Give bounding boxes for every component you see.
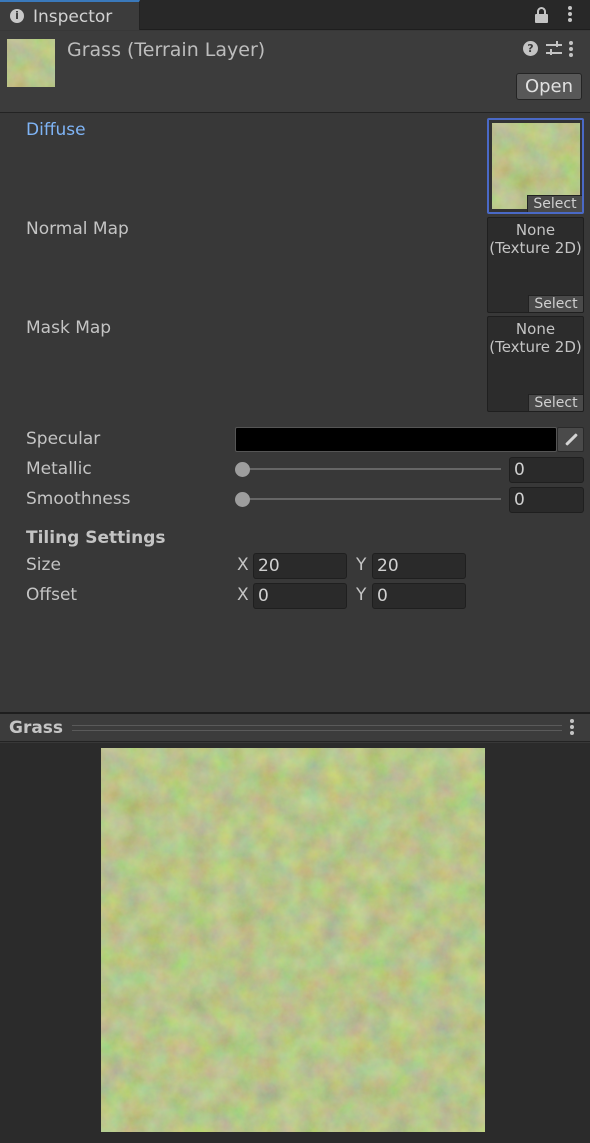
help-icon[interactable]: ?	[523, 41, 538, 56]
metallic-value-field[interactable]: 0	[509, 457, 584, 483]
preview-title: Grass	[9, 718, 64, 738]
normal-map-none-text: None	[515, 221, 556, 239]
open-button[interactable]: Open	[516, 73, 582, 100]
metallic-label: Metallic	[26, 459, 92, 479]
asset-title: Grass (Terrain Layer)	[67, 39, 266, 61]
size-x-field[interactable]: 20	[253, 553, 347, 579]
smoothness-slider-handle[interactable]	[235, 492, 250, 507]
asset-thumbnail	[7, 39, 55, 87]
mask-map-texture-slot[interactable]: None (Texture 2D) Select	[487, 316, 584, 412]
size-x-label: X	[237, 555, 249, 575]
info-icon: i	[10, 9, 24, 23]
offset-label: Offset	[26, 585, 78, 605]
offset-x-field[interactable]: 0	[253, 583, 347, 609]
normal-map-texture-slot[interactable]: None (Texture 2D) Select	[487, 217, 584, 313]
grass-texture-preview	[101, 748, 485, 1132]
asset-header: Grass (Terrain Layer) ? Open	[0, 31, 590, 113]
tiling-settings-heading: Tiling Settings	[26, 528, 166, 548]
specular-color-field[interactable]	[235, 427, 557, 452]
preview-header[interactable]: Grass	[0, 712, 590, 742]
offset-x-label: X	[237, 585, 249, 605]
size-label: Size	[26, 555, 61, 575]
normal-map-select-button[interactable]: Select	[528, 295, 583, 312]
size-y-label: Y	[356, 555, 367, 575]
mask-map-select-button[interactable]: Select	[528, 394, 583, 411]
normal-map-type-text: (Texture 2D)	[489, 239, 582, 257]
tab-inspector[interactable]: i Inspector	[0, 0, 140, 30]
window-menu-icon[interactable]	[561, 5, 579, 23]
presets-icon[interactable]	[546, 41, 562, 57]
asset-menu-icon[interactable]	[569, 40, 587, 58]
diffuse-texture-slot[interactable]: Select	[487, 118, 584, 214]
smoothness-slider-track[interactable]	[242, 498, 501, 500]
window-tab-bar: i Inspector	[0, 0, 590, 30]
normal-map-label: Normal Map	[26, 219, 129, 239]
diffuse-label: Diffuse	[26, 120, 86, 140]
offset-y-field[interactable]: 0	[372, 583, 466, 609]
mask-map-label: Mask Map	[26, 318, 112, 338]
specular-label: Specular	[26, 429, 101, 449]
tab-title: Inspector	[33, 7, 113, 27]
preview-drag-handle[interactable]	[72, 725, 562, 731]
diffuse-select-button[interactable]: Select	[527, 195, 582, 212]
smoothness-value-field[interactable]: 0	[509, 487, 584, 513]
metallic-slider-handle[interactable]	[235, 462, 250, 477]
mask-map-none-text: None	[515, 320, 556, 338]
mask-map-type-text: (Texture 2D)	[489, 338, 582, 356]
eyedropper-icon[interactable]	[557, 427, 584, 452]
lock-icon[interactable]	[533, 5, 551, 23]
smoothness-label: Smoothness	[26, 489, 131, 509]
metallic-slider-track[interactable]	[242, 468, 501, 470]
preview-area	[0, 743, 590, 1143]
offset-y-label: Y	[356, 585, 367, 605]
size-y-field[interactable]: 20	[372, 553, 466, 579]
preview-menu-icon[interactable]	[570, 718, 588, 736]
